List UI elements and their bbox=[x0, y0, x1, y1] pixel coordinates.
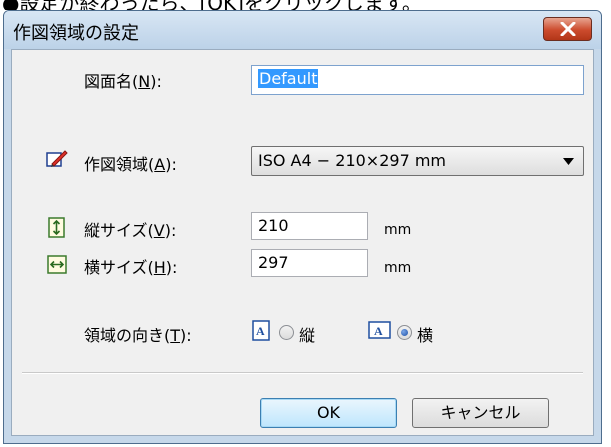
height-unit: mm bbox=[384, 222, 412, 238]
landscape-radio[interactable] bbox=[397, 325, 412, 340]
separator bbox=[22, 372, 583, 374]
drawing-area-select[interactable]: ISO A4 − 210×297 mm bbox=[251, 146, 584, 176]
area-pencil-icon bbox=[46, 150, 68, 167]
drawing-area-label: 作図領域(A): bbox=[84, 155, 177, 174]
svg-text:A: A bbox=[374, 324, 383, 338]
portrait-radio[interactable] bbox=[279, 325, 294, 340]
title-bar[interactable]: 作図領域の設定 bbox=[4, 11, 601, 49]
width-icon bbox=[47, 255, 67, 274]
landscape-page-icon: A bbox=[368, 321, 391, 339]
portrait-label: 縦 bbox=[299, 326, 316, 345]
chevron-down-icon bbox=[563, 158, 574, 165]
portrait-page-icon: A bbox=[252, 320, 270, 341]
height-input[interactable]: 210 bbox=[251, 212, 368, 240]
width-unit: mm bbox=[384, 260, 412, 276]
drawing-name-input[interactable]: Default bbox=[251, 65, 584, 95]
drawing-name-label: 図面名(N): bbox=[84, 72, 162, 91]
width-label: 横サイズ(H): bbox=[84, 258, 178, 277]
svg-text:A: A bbox=[256, 324, 265, 338]
height-label: 縦サイズ(V): bbox=[84, 221, 177, 240]
orientation-label: 領域の向き(T): bbox=[84, 326, 192, 345]
landscape-label: 横 bbox=[417, 326, 434, 345]
drawing-area-value: ISO A4 − 210×297 mm bbox=[258, 151, 446, 170]
top-caption-strip: ●設定が終わったら、[OK]をクリックします。 bbox=[0, 0, 611, 10]
cancel-button[interactable]: キャンセル bbox=[412, 398, 549, 428]
close-icon bbox=[560, 22, 576, 36]
dialog-title: 作図領域の設定 bbox=[13, 23, 139, 44]
ok-button[interactable]: OK bbox=[260, 398, 397, 428]
top-caption: ●設定が終わったら、[OK]をクリックします。 bbox=[2, 0, 422, 10]
area-settings-dialog: 作図領域の設定 図面名(N): Default 作図領域(A): ISO A4 … bbox=[3, 10, 602, 444]
height-icon bbox=[48, 217, 65, 238]
close-button[interactable] bbox=[543, 17, 592, 41]
width-input[interactable]: 297 bbox=[251, 249, 368, 277]
dialog-client-area: 図面名(N): Default 作図領域(A): ISO A4 − 210×29… bbox=[11, 49, 594, 436]
